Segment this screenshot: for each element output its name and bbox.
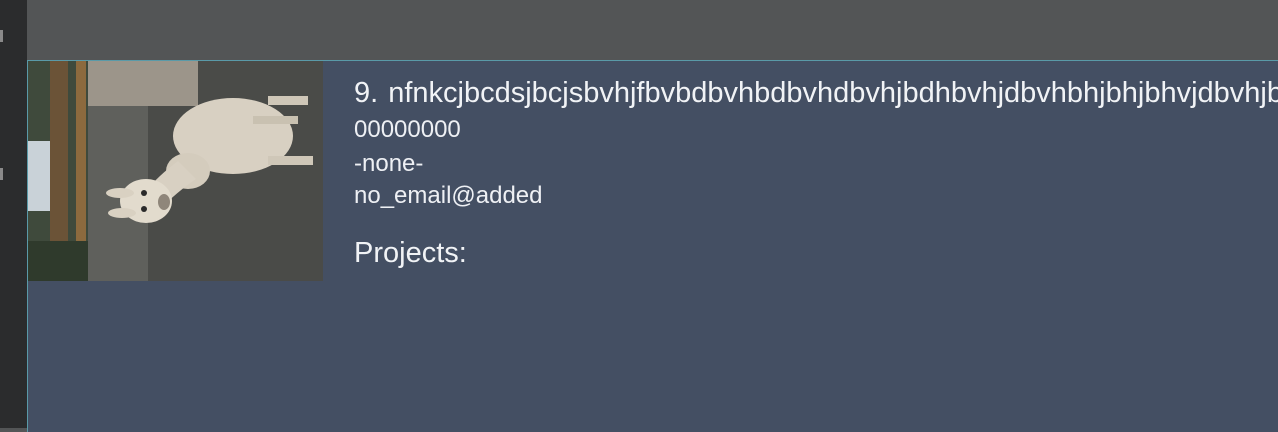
top-bar — [27, 0, 1278, 60]
person-index: 9. — [354, 77, 379, 109]
person-email: no_email@added — [354, 182, 543, 209]
person-photo — [28, 61, 323, 281]
person-name: nfnkcjbcdsjbcjsbvhjfbvbdbvhbdbvhdbvhjbdh… — [388, 77, 1278, 109]
edge-marker — [0, 30, 3, 42]
person-phone: 00000000 — [354, 116, 461, 143]
person-address: -none- — [354, 150, 424, 177]
projects-label: Projects: — [354, 237, 467, 269]
alpaca-photo-image — [28, 61, 323, 281]
window-left-edge — [0, 0, 27, 428]
person-card[interactable]: 9. nfnkcjbcdsjbcjsbvhjfbvbdbvhbdbvhdbvhjb… — [27, 60, 1278, 432]
person-title: 9. nfnkcjbcdsjbcjsbvhjfbvbdbvhbdbvhdbvhjb… — [354, 77, 1278, 109]
edge-marker — [0, 168, 3, 180]
